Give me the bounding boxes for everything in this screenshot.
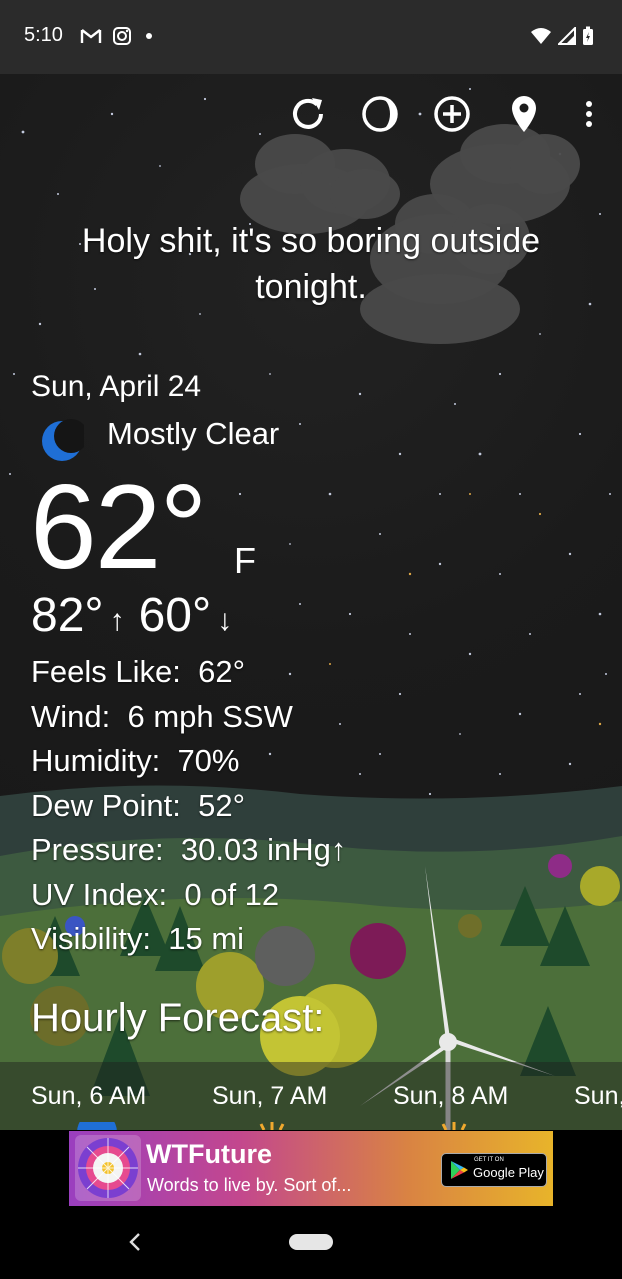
refresh-button[interactable] — [284, 90, 332, 138]
zodiac-wheel-icon — [75, 1135, 141, 1201]
more-vert-icon — [586, 101, 592, 127]
detail-value: 15 mi — [168, 921, 245, 956]
home-button[interactable] — [289, 1234, 333, 1250]
detail-label: Dew Point: — [31, 787, 181, 823]
refresh-icon — [293, 98, 323, 129]
hourly-item[interactable]: Sun, — [574, 1082, 622, 1111]
detail-visibility: Visibility: 15 mi — [31, 917, 346, 962]
location-button[interactable] — [500, 90, 548, 138]
navigation-bar — [0, 1208, 622, 1279]
more-options-button[interactable] — [565, 90, 613, 138]
up-arrow-icon: ↑ — [109, 603, 125, 637]
detail-label: Visibility: — [31, 921, 152, 956]
ad-banner[interactable]: WTFuture Words to live by. Sort of... GE… — [69, 1131, 553, 1206]
detail-value: 70% — [177, 743, 240, 778]
current-date: Sun, April 24 — [31, 370, 202, 403]
weather-details: Feels Like: 62° Wind: 6 mph SSW Humidity: 7… — [31, 650, 346, 962]
low-temperature: 60° — [138, 589, 212, 642]
condition-text: Mostly Clear — [107, 416, 280, 451]
detail-feels-like: Feels Like: 62° — [31, 650, 346, 695]
detail-label: Wind: — [31, 698, 111, 734]
add-location-icon — [434, 96, 470, 132]
detail-label: Pressure: — [31, 832, 164, 867]
store-small-text: GET IT ON — [474, 1157, 504, 1163]
status-time: 5:10 — [24, 24, 63, 46]
ad-subtitle: Words to live by. Sort of... — [147, 1175, 352, 1195]
detail-humidity: Humidity: 70% — [31, 739, 346, 784]
detail-label: UV Index: — [31, 876, 168, 912]
down-arrow-icon: ↓ — [217, 603, 233, 637]
system-icons — [530, 26, 594, 46]
detail-label: Humidity: — [31, 743, 161, 778]
detail-value: 0 of 12 — [184, 876, 280, 912]
detail-dew-point: Dew Point: 52° — [31, 784, 346, 829]
hourly-forecast-title: Hourly Forecast: — [31, 996, 325, 1040]
google-play-badge[interactable]: GET IT ON Google Play — [441, 1153, 547, 1187]
detail-pressure: Pressure: 30.03 inHg↑ — [31, 828, 346, 873]
instagram-icon — [113, 27, 131, 45]
detail-label: Feels Like: — [31, 654, 181, 689]
moon-phase-icon — [362, 96, 398, 132]
battery-icon — [583, 26, 593, 45]
wifi-icon — [531, 28, 551, 44]
hourly-item[interactable]: Sun, 8 AM — [393, 1082, 508, 1111]
weather-headline: Holy shit, it's so boring outside tonigh… — [81, 222, 541, 306]
temperature-unit: F — [234, 540, 256, 581]
notification-icons — [80, 26, 156, 46]
status-bar: 5:10 — [0, 0, 622, 74]
detail-value: 6 mph SSW — [127, 698, 293, 734]
detail-uv-index: UV Index: 0 of 12 — [31, 873, 346, 918]
detail-value: 30.03 inHg↑ — [180, 832, 347, 867]
detail-value: 62° — [198, 654, 246, 689]
store-big-text: Google Play — [473, 1165, 544, 1180]
add-location-button[interactable] — [428, 90, 476, 138]
dot-icon — [146, 33, 152, 39]
high-temperature: 82° — [31, 589, 104, 642]
toolbar — [0, 90, 622, 146]
detail-value: 52° — [198, 787, 246, 823]
signal-icon — [558, 27, 576, 45]
gmail-icon — [80, 29, 102, 43]
detail-wind: Wind: 6 mph SSW — [31, 695, 346, 740]
play-store-icon — [451, 1161, 468, 1179]
current-temperature: 62° — [30, 460, 207, 594]
location-pin-icon — [512, 96, 536, 132]
back-icon[interactable] — [122, 1228, 150, 1256]
ad-title: WTFuture — [146, 1139, 272, 1169]
hourly-item[interactable]: Sun, 7 AM — [212, 1082, 327, 1111]
hourly-item[interactable]: Sun, 6 AM — [31, 1082, 146, 1111]
high-low: 82° ↑ 60° ↓ — [31, 588, 232, 643]
moon-phase-button[interactable] — [356, 90, 404, 138]
crescent-moon-icon — [42, 419, 84, 461]
